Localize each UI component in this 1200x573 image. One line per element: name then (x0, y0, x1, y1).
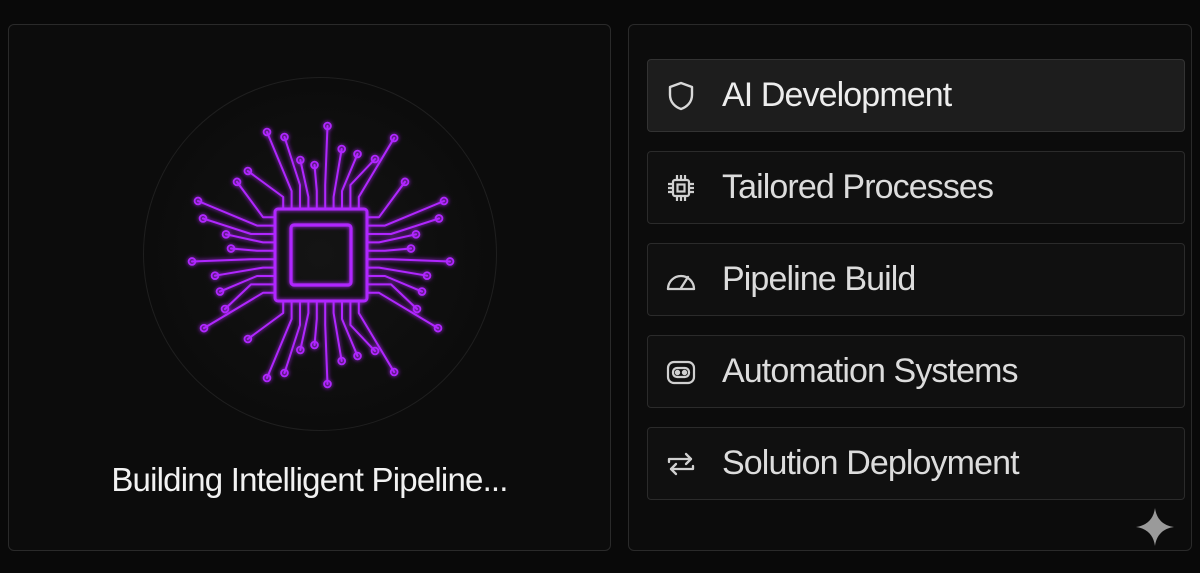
progress-panel: Building Intelligent Pipeline... (8, 24, 611, 551)
bot-icon (664, 355, 698, 389)
status-text: Building Intelligent Pipeline... (111, 461, 508, 498)
menu-item-label: Solution Deployment (722, 444, 1020, 482)
sparkle-icon (1136, 508, 1174, 546)
menu-item-automation-systems[interactable]: Automation Systems (647, 335, 1185, 408)
menu-item-ai-development[interactable]: AI Development (647, 59, 1185, 132)
menu-item-solution-deployment[interactable]: Solution Deployment (647, 427, 1185, 500)
menu-item-label: Automation Systems (722, 352, 1019, 390)
refresh-icon (664, 447, 698, 481)
menu-item-label: AI Development (722, 76, 952, 114)
cpu-icon (664, 171, 698, 205)
chip-circuit-icon (187, 121, 455, 389)
gauge-icon (664, 263, 698, 297)
chip-graphic-circle (143, 77, 497, 431)
menu-item-pipeline-build[interactable]: Pipeline Build (647, 243, 1185, 316)
menu-item-label: Tailored Processes (722, 168, 994, 206)
menu-item-label: Pipeline Build (722, 260, 916, 298)
menu-item-tailored-processes[interactable]: Tailored Processes (647, 151, 1185, 224)
app-stage: Building Intelligent Pipeline... AI Deve… (0, 0, 1200, 573)
shield-icon (664, 79, 698, 113)
service-menu-panel: AI Development Tailored Processes Pipeli… (628, 24, 1192, 551)
service-menu: AI Development Tailored Processes Pipeli… (647, 59, 1185, 519)
